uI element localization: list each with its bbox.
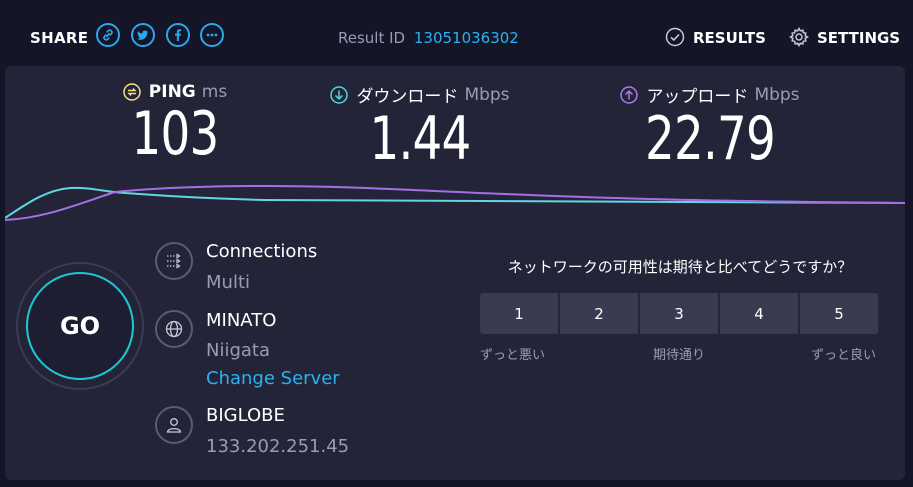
rating-option-2[interactable]: 2 [560,293,638,334]
link-icon[interactable] [96,23,120,47]
rating-option-3[interactable]: 3 [640,293,718,334]
result-id-label: Result ID [338,29,406,47]
upload-icon [620,85,639,104]
twitter-icon[interactable] [131,23,155,47]
gear-icon [789,27,809,47]
change-server-link[interactable]: Change Server [206,368,340,389]
check-circle-icon [665,27,685,47]
download-metric: ダウンロード Mbps 1.44 [315,82,525,169]
upload-value: 22.79 [644,104,776,174]
rating-option-5[interactable]: 5 [800,293,878,334]
connections-icon [155,242,193,280]
settings-button[interactable]: SETTINGS [789,27,901,47]
rating-mid-label: 期待通り [653,348,706,363]
share-label: SHARE [30,29,89,47]
rating-high-label: ずっと良い [811,348,877,363]
facebook-icon[interactable] [166,23,190,47]
result-id-link[interactable]: 13051036302 [414,29,519,47]
results-button[interactable]: RESULTS [665,27,766,47]
ping-value: 103 [131,99,220,169]
server-location: Niigata [206,340,271,361]
result-id-area: Result ID 13051036302 [338,29,519,47]
isp-name: BIGLOBE [206,405,285,426]
server-name: MINATO [206,310,277,331]
connections-title: Connections [206,241,318,262]
settings-label: SETTINGS [817,29,901,47]
download-icon [330,85,349,104]
rating-option-1[interactable]: 1 [480,293,558,334]
rating-scale: 1 2 3 4 5 [480,293,878,334]
user-icon [155,406,193,444]
download-unit: Mbps [464,84,510,105]
speed-graph [5,184,905,221]
more-icon[interactable] [200,23,224,47]
ping-metric: PING ms 103 [105,82,245,164]
upload-unit: Mbps [754,84,800,105]
go-button[interactable]: GO [26,272,134,380]
isp-ip: 133.202.251.45 [206,436,350,457]
rating-low-label: ずっと悪い [480,348,546,363]
top-bar: SHARE Result ID 13051036302 RESULTS SETT… [0,0,913,66]
rating-option-4[interactable]: 4 [720,293,798,334]
download-value: 1.44 [369,104,471,174]
upload-metric: アップロード Mbps 22.79 [605,82,815,169]
survey-question: ネットワークの可用性は期待と比べてどうですか？ [507,258,853,276]
results-label: RESULTS [693,29,766,47]
results-panel: PING ms 103 ダウンロード Mbps 1.44 アップロード Mbps… [5,66,905,480]
globe-icon [155,310,193,348]
connections-value: Multi [206,272,250,293]
